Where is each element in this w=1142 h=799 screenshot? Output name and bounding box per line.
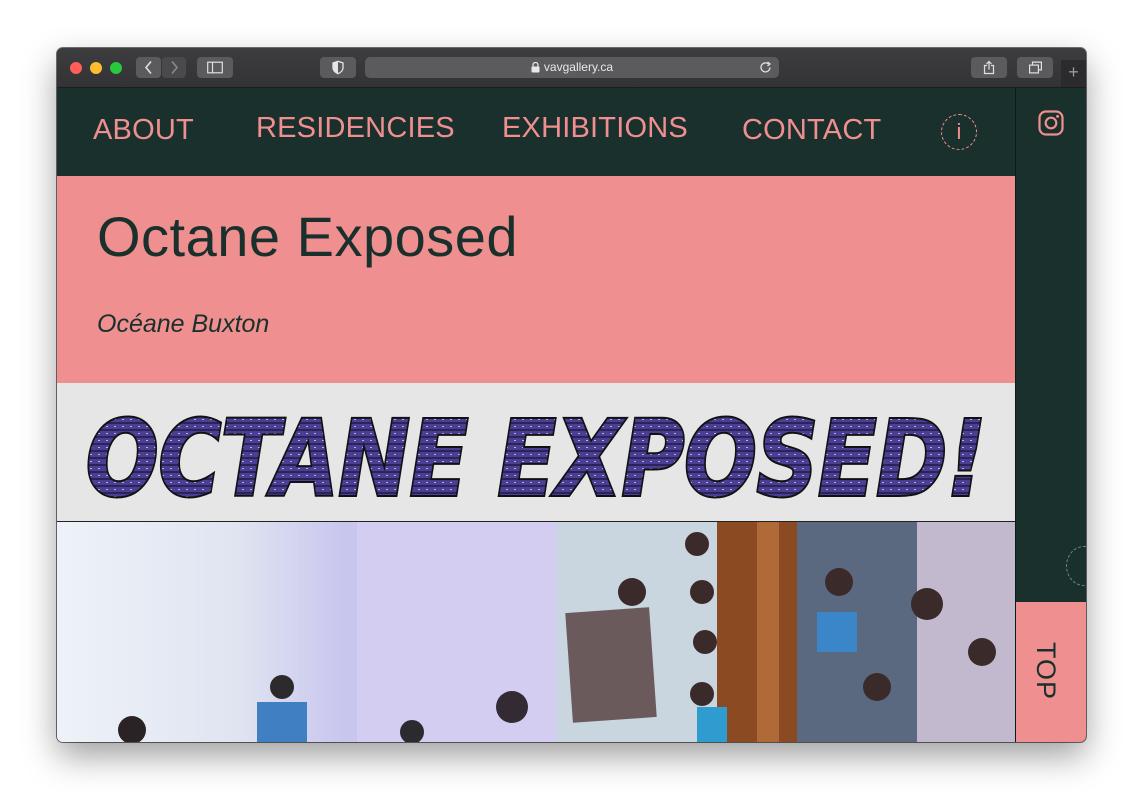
share-button[interactable] bbox=[971, 57, 1007, 78]
nav-residencies[interactable]: RESIDENCIES bbox=[256, 112, 455, 145]
privacy-shield-button[interactable] bbox=[320, 57, 356, 78]
exhibition-header: Octane Exposed Océane Buxton bbox=[57, 176, 1015, 383]
site-navigation: ABOUT RESIDENCIES EXHIBITIONS CONTACT i bbox=[57, 88, 1015, 176]
artist-name: Océane Buxton bbox=[97, 310, 270, 338]
address-bar[interactable]: vavgallery.ca bbox=[365, 57, 779, 78]
instagram-icon[interactable] bbox=[1038, 110, 1064, 136]
close-window-button[interactable] bbox=[70, 62, 82, 74]
tabs-icon bbox=[1028, 61, 1042, 74]
nav-exhibitions[interactable]: EXHIBITIONS bbox=[502, 112, 688, 145]
forward-button[interactable] bbox=[162, 57, 186, 78]
sidebar-toggle-button[interactable] bbox=[197, 57, 233, 78]
right-sidebar: TOP bbox=[1015, 88, 1086, 742]
decorative-dashed-circle bbox=[1066, 546, 1086, 586]
chevron-right-icon bbox=[171, 60, 179, 75]
banner-text: OCTANE EXPOSED! bbox=[86, 398, 986, 520]
exhibition-title: Octane Exposed bbox=[97, 205, 519, 268]
tab-overview-button[interactable] bbox=[1017, 57, 1053, 78]
banner-graphic: OCTANE EXPOSED! bbox=[84, 396, 988, 521]
top-label: TOP bbox=[1031, 642, 1061, 701]
minimize-window-button[interactable] bbox=[90, 62, 102, 74]
sidebar-icon bbox=[207, 61, 223, 74]
back-to-top-button[interactable]: TOP bbox=[1016, 602, 1086, 742]
exhibition-banner: OCTANE EXPOSED! bbox=[57, 383, 1015, 522]
exhibition-photo bbox=[57, 522, 1015, 742]
nav-about[interactable]: ABOUT bbox=[93, 114, 194, 147]
shield-icon bbox=[332, 60, 344, 75]
nav-contact[interactable]: CONTACT bbox=[742, 114, 881, 147]
browser-toolbar: vavgallery.ca + bbox=[57, 48, 1086, 88]
lock-icon bbox=[531, 62, 540, 73]
browser-window: vavgallery.ca + ABOUT RESIDENCIES EXHIBI… bbox=[57, 48, 1086, 742]
photo-collage bbox=[57, 522, 1015, 742]
zoom-window-button[interactable] bbox=[110, 62, 122, 74]
info-button[interactable]: i bbox=[941, 114, 977, 150]
url-text: vavgallery.ca bbox=[543, 60, 614, 74]
back-button[interactable] bbox=[136, 57, 161, 78]
chevron-left-icon bbox=[144, 60, 152, 75]
share-icon bbox=[983, 60, 995, 75]
new-tab-button[interactable]: + bbox=[1061, 60, 1086, 87]
web-page: ABOUT RESIDENCIES EXHIBITIONS CONTACT i … bbox=[57, 88, 1015, 742]
reload-icon[interactable] bbox=[759, 57, 773, 78]
